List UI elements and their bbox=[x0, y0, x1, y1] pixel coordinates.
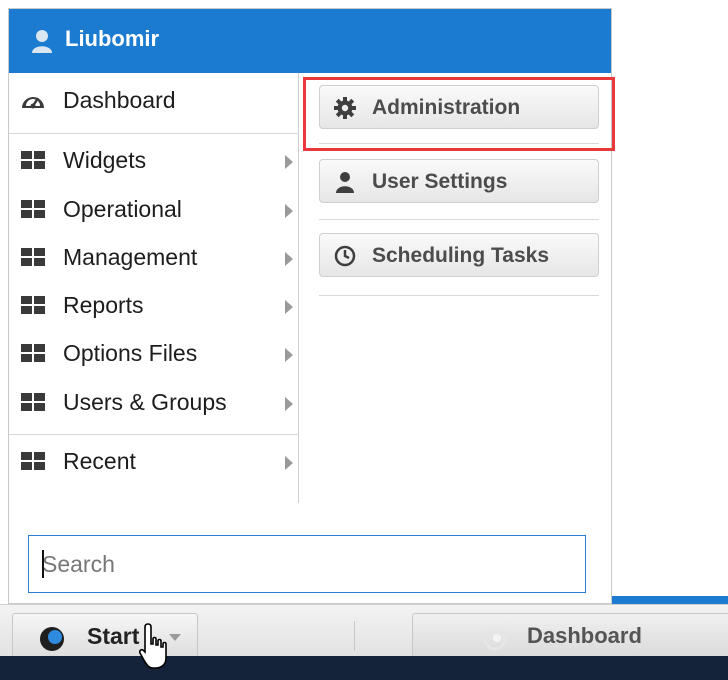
desktop-bottom-strip bbox=[0, 656, 728, 680]
chevron-right-icon bbox=[285, 252, 293, 266]
chevron-right-icon bbox=[285, 397, 293, 411]
dashboard-gauge-icon bbox=[20, 89, 46, 111]
taskbar-dashboard-label: Dashboard bbox=[527, 623, 642, 648]
right-panel: Administration User Settings Scheduling … bbox=[305, 73, 611, 503]
start-logo-icon bbox=[39, 626, 65, 652]
search-input[interactable] bbox=[28, 535, 586, 593]
taskbar: Start Dashboard bbox=[0, 604, 728, 661]
user-settings-button[interactable]: User Settings bbox=[319, 159, 599, 203]
button-label: Administration bbox=[372, 96, 521, 119]
nav-item-dashboard[interactable]: Dashboard bbox=[9, 81, 299, 121]
user-icon bbox=[31, 29, 53, 53]
dashboard-logo-icon bbox=[483, 627, 507, 651]
nav-label: Reports bbox=[63, 292, 144, 318]
clock-icon bbox=[334, 245, 356, 267]
chevron-right-icon bbox=[285, 456, 293, 470]
grid-icon bbox=[20, 246, 46, 268]
grid-icon bbox=[20, 198, 46, 220]
nav-item-recent[interactable]: Recent bbox=[9, 442, 299, 482]
administration-button[interactable]: Administration bbox=[319, 85, 599, 129]
nav-item-operational[interactable]: Operational bbox=[9, 190, 299, 230]
nav-label: Widgets bbox=[63, 147, 147, 173]
divider bbox=[9, 133, 299, 134]
start-menu: Liubomir Dashboard Widgets Operational M… bbox=[8, 8, 615, 604]
divider bbox=[9, 434, 299, 435]
nav-label: Users & Groups bbox=[63, 389, 227, 415]
chevron-right-icon bbox=[285, 155, 293, 169]
chevron-right-icon bbox=[285, 348, 293, 362]
grid-icon bbox=[20, 391, 46, 413]
user-name: Liubomir bbox=[65, 26, 160, 51]
grid-icon bbox=[20, 450, 46, 472]
divider bbox=[354, 621, 355, 651]
divider bbox=[319, 219, 599, 220]
nav-item-options-files[interactable]: Options Files bbox=[9, 334, 299, 374]
start-label: Start bbox=[87, 623, 140, 649]
nav-item-widgets[interactable]: Widgets bbox=[9, 141, 299, 181]
button-label: Scheduling Tasks bbox=[372, 244, 549, 267]
chevron-right-icon bbox=[285, 204, 293, 218]
grid-icon bbox=[20, 149, 46, 171]
divider bbox=[319, 143, 599, 144]
user-header: Liubomir bbox=[9, 9, 611, 73]
nav-item-users-groups[interactable]: Users & Groups bbox=[9, 383, 299, 423]
scheduling-tasks-button[interactable]: Scheduling Tasks bbox=[319, 233, 599, 277]
nav-label: Dashboard bbox=[63, 87, 176, 113]
nav-item-management[interactable]: Management bbox=[9, 238, 299, 278]
taskbar-dashboard-button[interactable]: Dashboard bbox=[412, 613, 728, 661]
divider bbox=[319, 295, 599, 296]
nav-label: Recent bbox=[63, 448, 136, 474]
user-icon bbox=[334, 171, 356, 193]
button-label: User Settings bbox=[372, 170, 508, 193]
chevron-down-icon bbox=[169, 634, 181, 641]
grid-icon bbox=[20, 294, 46, 316]
taskbar-accent bbox=[612, 596, 728, 604]
grid-icon bbox=[20, 342, 46, 364]
chevron-right-icon bbox=[285, 300, 293, 314]
text-caret bbox=[42, 550, 44, 578]
nav-label: Options Files bbox=[63, 340, 198, 366]
start-button[interactable]: Start bbox=[12, 613, 198, 661]
nav-label: Management bbox=[63, 244, 198, 270]
nav-item-reports[interactable]: Reports bbox=[9, 286, 299, 326]
nav-label: Operational bbox=[63, 196, 182, 222]
nav-list: Dashboard Widgets Operational Management… bbox=[9, 73, 299, 503]
gear-icon bbox=[334, 97, 356, 119]
